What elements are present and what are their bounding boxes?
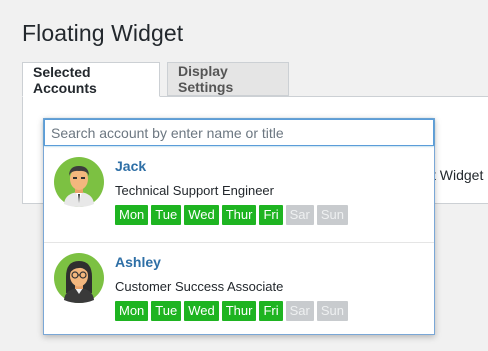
account-option-jack[interactable]: Jack Technical Support Engineer Mon Tue … [44, 147, 434, 243]
day-badge-sar: Sar [285, 205, 314, 225]
tab-display-settings[interactable]: Display Settings [167, 62, 289, 96]
day-badge-tue: Tue [151, 301, 182, 321]
day-badge-mon: Mon [115, 301, 149, 321]
day-badge-sar: Sar [285, 301, 314, 321]
account-name: Jack [115, 158, 147, 174]
search-input[interactable] [44, 119, 434, 146]
day-badge-fri: Fri [259, 301, 283, 321]
account-option-ashley[interactable]: Ashley Customer Success Associate Mon Tu… [44, 243, 434, 339]
account-title: Technical Support Engineer [115, 183, 274, 198]
availability-days: Mon Tue Wed Thur Fri Sar Sun [115, 301, 348, 321]
day-badge-thur: Thur [221, 205, 257, 225]
day-badge-sun: Sun [316, 205, 348, 225]
day-badge-mon: Mon [115, 205, 149, 225]
day-badge-wed: Wed [184, 301, 219, 321]
page-title: Floating Widget [22, 20, 184, 46]
day-badge-thur: Thur [221, 301, 257, 321]
day-badge-wed: Wed [184, 205, 219, 225]
day-badge-fri: Fri [259, 205, 283, 225]
account-dropdown: Jack Technical Support Engineer Mon Tue … [43, 118, 435, 335]
account-name: Ashley [115, 254, 161, 270]
day-badge-tue: Tue [151, 205, 182, 225]
obscured-label: t Widget [432, 167, 484, 183]
day-badge-sun: Sun [316, 301, 348, 321]
female-avatar-icon [54, 253, 104, 303]
tab-selected-accounts[interactable]: Selected Accounts [22, 62, 160, 97]
male-avatar-icon [54, 157, 104, 207]
availability-days: Mon Tue Wed Thur Fri Sar Sun [115, 205, 348, 225]
account-title: Customer Success Associate [115, 279, 284, 294]
